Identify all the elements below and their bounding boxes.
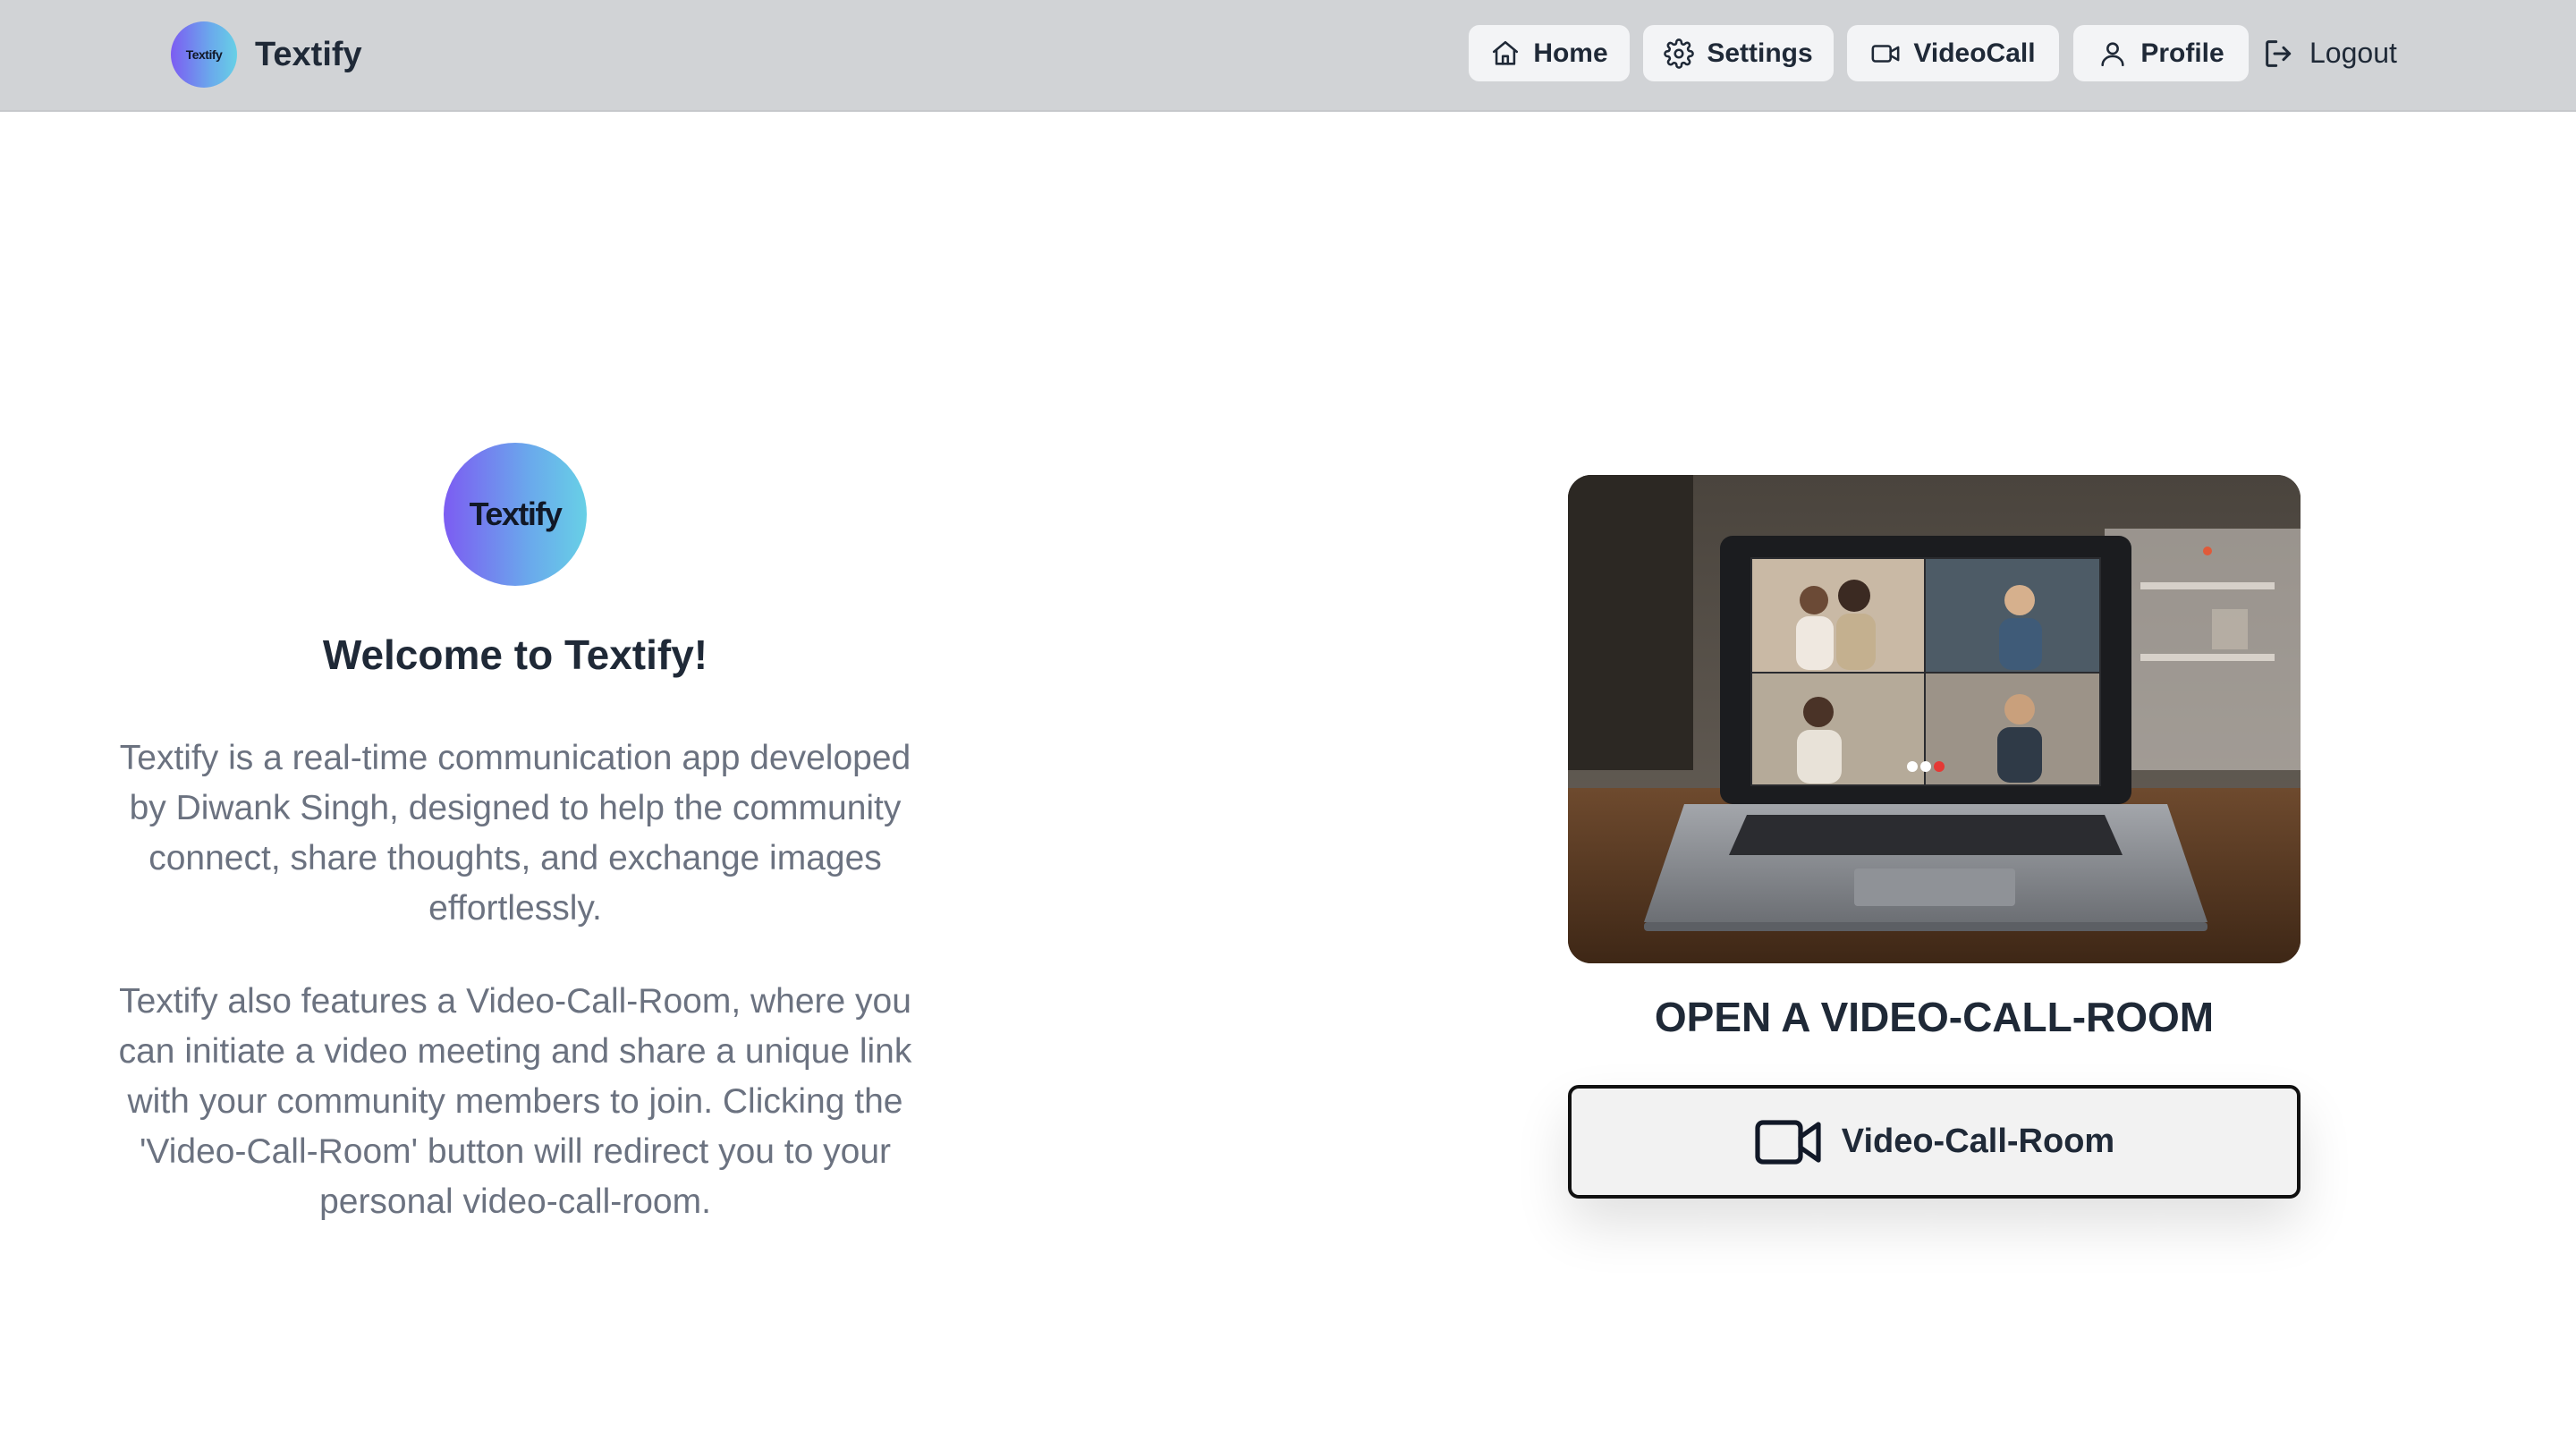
nav-logout-button[interactable]: Logout (2261, 25, 2397, 81)
logout-icon (2266, 39, 2292, 67)
hero-logo: Textify (444, 443, 587, 586)
home-icon (1493, 40, 1519, 65)
nav-settings-button[interactable]: Settings (1643, 25, 1834, 81)
video-room-paragraph: Textify also features a Video-Call-Room,… (118, 982, 912, 1221)
gear-icon (1664, 38, 1695, 69)
nav-videocall-label: VideoCall (1913, 38, 2036, 68)
brand-name: Textify (255, 35, 362, 73)
video-call-illustration (1568, 475, 2301, 963)
nav-profile-label: Profile (2140, 38, 2224, 68)
laptop-video-call-image (1568, 475, 2301, 963)
video-camera-icon (1871, 44, 1900, 63)
welcome-heading: Welcome to Textify! (322, 631, 708, 678)
nav-settings-label: Settings (1707, 38, 1813, 68)
nav-videocall-button[interactable]: VideoCall (1847, 25, 2059, 81)
brand-logo: Textify (171, 21, 237, 88)
video-room-heading: OPEN A VIDEO-CALL-ROOM (1654, 994, 2215, 1040)
nav-home-button[interactable]: Home (1469, 25, 1630, 81)
brand-link[interactable]: Textify Textify (171, 21, 362, 88)
intro-paragraph: Textify is a real-time communication app… (119, 739, 911, 928)
user-icon (2101, 41, 2124, 66)
video-camera-icon (1755, 1119, 1821, 1165)
video-call-room-button[interactable]: Video-Call-Room (1568, 1085, 2301, 1199)
video-call-room-label: Video-Call-Room (1841, 1123, 2115, 1160)
nav-profile-button[interactable]: Profile (2073, 25, 2249, 81)
nav-logout-label: Logout (2309, 37, 2397, 69)
top-navbar: Textify Textify Home Settings VideoCall … (0, 0, 2576, 112)
nav-home-label: Home (1533, 38, 1608, 68)
